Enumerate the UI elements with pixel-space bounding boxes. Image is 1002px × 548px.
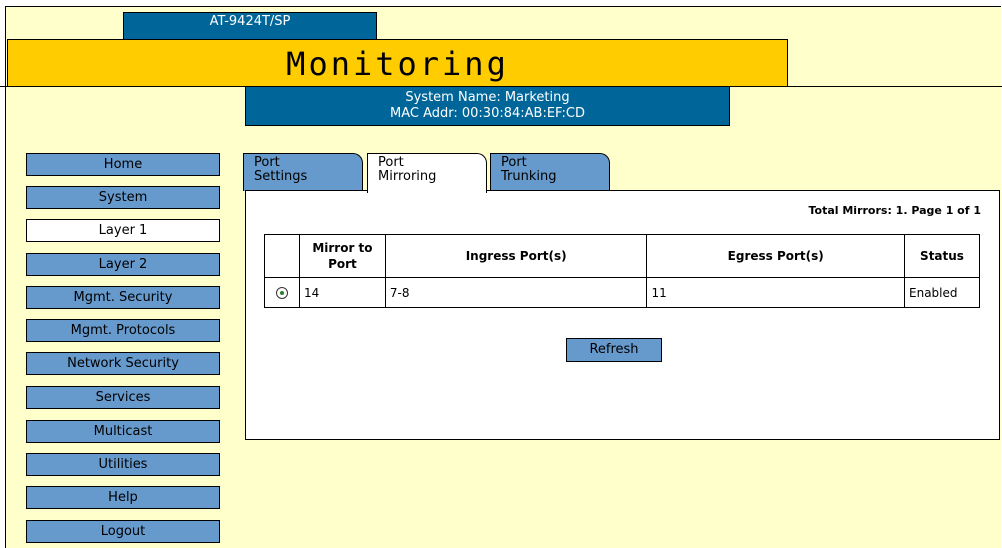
nav-layer2-button[interactable]: Layer 2: [26, 253, 220, 276]
title-bar: Monitoring: [7, 39, 788, 87]
nav-multicast-button[interactable]: Multicast: [26, 420, 220, 443]
tab-port-settings[interactable]: Port Settings: [243, 153, 363, 191]
nav-logout-button[interactable]: Logout: [26, 520, 220, 543]
ingress-column-header: Ingress Port(s): [384, 234, 648, 278]
nav-network-security-button[interactable]: Network Security: [26, 352, 220, 375]
header-label-line1: Mirror to: [312, 241, 373, 255]
tab-label-line1: Port: [501, 155, 527, 170]
nav-services-button[interactable]: Services: [26, 386, 220, 409]
model-label: AT-9424T/SP: [123, 12, 377, 39]
table-header-row: Mirror to Port Ingress Port(s) Egress Po…: [264, 234, 980, 278]
status-cell: Enabled: [904, 277, 980, 308]
egress-column-header: Egress Port(s): [646, 234, 905, 278]
tab-label-line2: Trunking: [501, 169, 557, 184]
mirror-port-cell: 14: [298, 277, 386, 308]
tab-label-line2: Settings: [254, 169, 308, 184]
nav-help-button[interactable]: Help: [26, 486, 220, 509]
status-column-header: Status: [904, 234, 980, 278]
content-panel: Total Mirrors: 1. Page 1 of 1 Mirror to …: [245, 190, 1000, 440]
table-row: 14 7-8 11 Enabled: [264, 277, 980, 308]
tab-label-line1: Port: [378, 155, 404, 170]
tab-label-line1: Port: [254, 155, 280, 170]
row-select-radio[interactable]: [275, 286, 288, 299]
system-info: System Name: Marketing MAC Addr: 00:30:8…: [245, 87, 730, 126]
tab-port-trunking[interactable]: Port Trunking: [490, 153, 610, 191]
total-mirrors-label: Total Mirrors: 1. Page 1 of 1: [808, 204, 981, 217]
page-title: Monitoring: [286, 45, 509, 83]
egress-cell: 11: [646, 277, 905, 308]
refresh-button[interactable]: Refresh: [566, 338, 662, 362]
nav-mgmt-security-button[interactable]: Mgmt. Security: [26, 286, 220, 309]
select-column-header: [264, 234, 300, 278]
mirrors-table: Mirror to Port Ingress Port(s) Egress Po…: [264, 234, 980, 308]
nav-layer1-button[interactable]: Layer 1: [26, 219, 220, 242]
system-name: System Name: Marketing: [405, 90, 570, 105]
mirror-port-column-header: Mirror to Port: [298, 234, 386, 278]
tab-port-mirroring[interactable]: Port Mirroring: [367, 153, 487, 193]
nav-mgmt-protocols-button[interactable]: Mgmt. Protocols: [26, 319, 220, 342]
nav-home-button[interactable]: Home: [26, 153, 220, 176]
nav-utilities-button[interactable]: Utilities: [26, 453, 220, 476]
nav-system-button[interactable]: System: [26, 186, 220, 209]
mac-address: MAC Addr: 00:30:84:AB:EF:CD: [390, 106, 585, 121]
select-cell: [264, 277, 300, 308]
tab-label-line2: Mirroring: [378, 169, 437, 184]
header-label-line2: Port: [328, 257, 357, 271]
ingress-cell: 7-8: [384, 277, 648, 308]
